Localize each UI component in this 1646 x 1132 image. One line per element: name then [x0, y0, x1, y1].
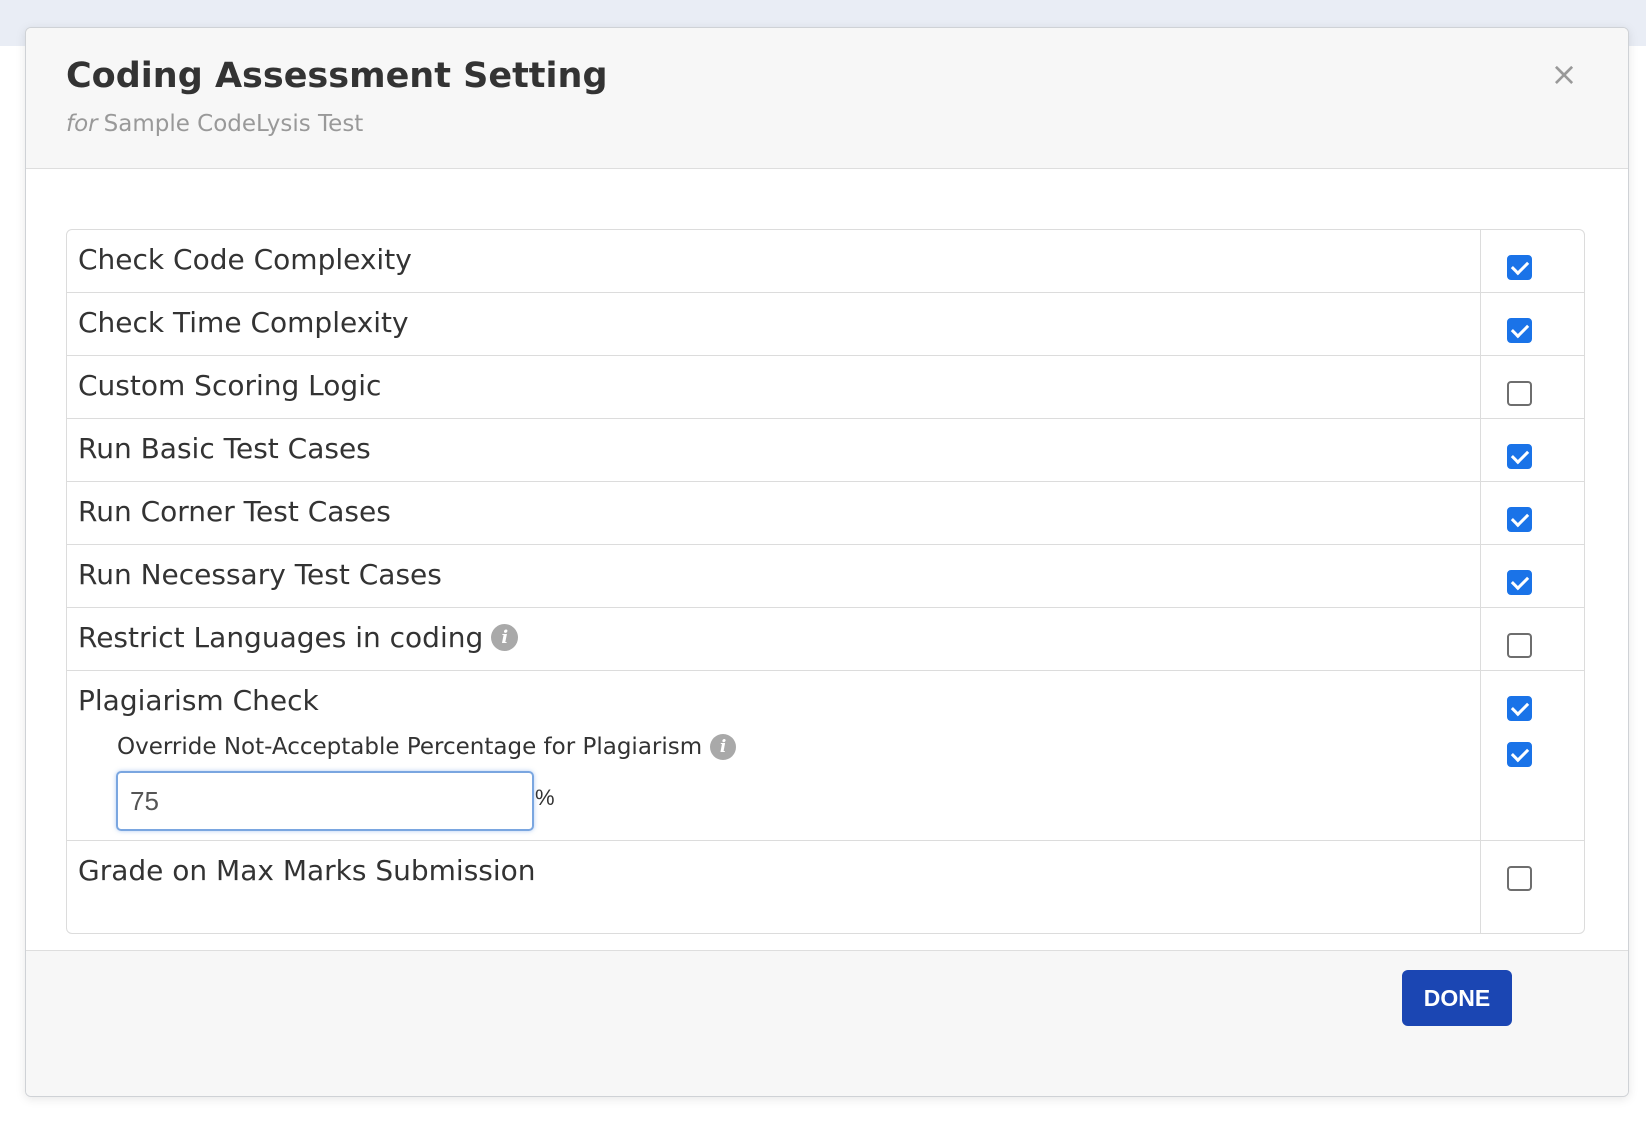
- setting-row-custom-scoring: Custom Scoring Logic: [67, 356, 1584, 419]
- modal-header: Coding Assessment Setting for Sample Code…: [26, 28, 1628, 169]
- setting-row-basic-tests: Run Basic Test Cases: [67, 419, 1584, 482]
- restrict-languages-label: Restrict Languages in coding: [78, 621, 484, 654]
- setting-label: Restrict Languages in coding i: [78, 621, 519, 654]
- setting-row-corner-tests: Run Corner Test Cases: [67, 482, 1584, 545]
- checkbox-override-percentage[interactable]: [1507, 742, 1532, 767]
- modal-footer: DONE: [26, 950, 1628, 1096]
- setting-row-time-complexity: Check Time Complexity: [67, 293, 1584, 356]
- info-icon[interactable]: i: [491, 624, 519, 651]
- settings-table: Check Code Complexity Check Time Complex…: [66, 229, 1585, 934]
- override-percentage-label: Override Not-Acceptable Percentage for P…: [117, 734, 737, 760]
- setting-label: Check Code Complexity: [78, 243, 412, 276]
- close-icon[interactable]: ×: [1548, 58, 1580, 90]
- plagiarism-percentage-input[interactable]: 75: [116, 771, 534, 831]
- setting-label: Run Basic Test Cases: [78, 432, 371, 465]
- coding-assessment-modal: Coding Assessment Setting for Sample Code…: [25, 27, 1629, 1097]
- checkbox-corner-tests[interactable]: [1507, 507, 1532, 532]
- checkbox-custom-scoring[interactable]: [1507, 381, 1532, 406]
- setting-row-max-marks: Grade on Max Marks Submission: [67, 841, 1584, 933]
- checkbox-necessary-tests[interactable]: [1507, 570, 1532, 595]
- subtitle-prefix: for: [66, 111, 98, 137]
- setting-label: Plagiarism Check: [78, 684, 319, 717]
- setting-label: Run Corner Test Cases: [78, 495, 391, 528]
- test-name: Sample CodeLysis Test: [103, 111, 364, 137]
- done-button[interactable]: DONE: [1402, 970, 1512, 1026]
- setting-label: Check Time Complexity: [78, 306, 409, 339]
- percent-sign: %: [535, 785, 555, 810]
- info-icon[interactable]: i: [710, 734, 737, 760]
- setting-row-code-complexity: Check Code Complexity: [67, 230, 1584, 293]
- modal-title: Coding Assessment Setting: [66, 56, 608, 96]
- modal-subtitle: for Sample CodeLysis Test: [66, 111, 363, 137]
- checkbox-code-complexity[interactable]: [1507, 255, 1532, 280]
- setting-label: Grade on Max Marks Submission: [78, 854, 536, 887]
- checkbox-time-complexity[interactable]: [1507, 318, 1532, 343]
- setting-label: Custom Scoring Logic: [78, 369, 382, 402]
- setting-row-necessary-tests: Run Necessary Test Cases: [67, 545, 1584, 608]
- checkbox-plagiarism[interactable]: [1507, 696, 1532, 721]
- setting-label: Run Necessary Test Cases: [78, 558, 442, 591]
- checkbox-basic-tests[interactable]: [1507, 444, 1532, 469]
- setting-row-plagiarism: Plagiarism Check Override Not-Acceptable…: [67, 671, 1584, 841]
- override-label-text: Override Not-Acceptable Percentage for P…: [117, 734, 703, 760]
- checkbox-max-marks[interactable]: [1507, 866, 1532, 891]
- checkbox-restrict-languages[interactable]: [1507, 633, 1532, 658]
- setting-row-restrict-languages: Restrict Languages in coding i: [67, 608, 1584, 671]
